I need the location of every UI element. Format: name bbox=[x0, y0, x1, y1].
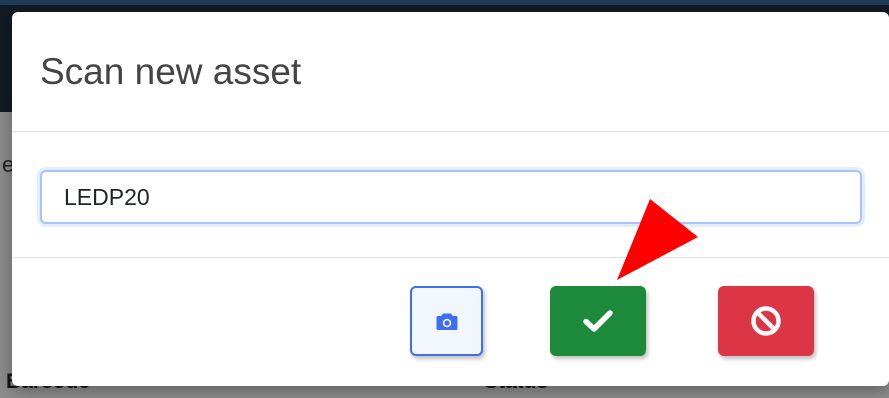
scan-asset-modal: Scan new asset bbox=[12, 12, 889, 386]
modal-title: Scan new asset bbox=[40, 50, 302, 92]
modal-footer bbox=[12, 258, 889, 385]
cancel-button[interactable] bbox=[718, 286, 814, 356]
camera-scan-button[interactable] bbox=[410, 286, 483, 356]
modal-body bbox=[12, 132, 889, 258]
checkmark-icon bbox=[583, 310, 613, 332]
confirm-button[interactable] bbox=[550, 286, 646, 356]
barcode-input[interactable] bbox=[40, 170, 862, 224]
ban-icon bbox=[751, 306, 781, 336]
modal-header: Scan new asset bbox=[12, 12, 889, 132]
red-pointer-arrow bbox=[617, 199, 698, 280]
camera-icon bbox=[436, 313, 457, 330]
